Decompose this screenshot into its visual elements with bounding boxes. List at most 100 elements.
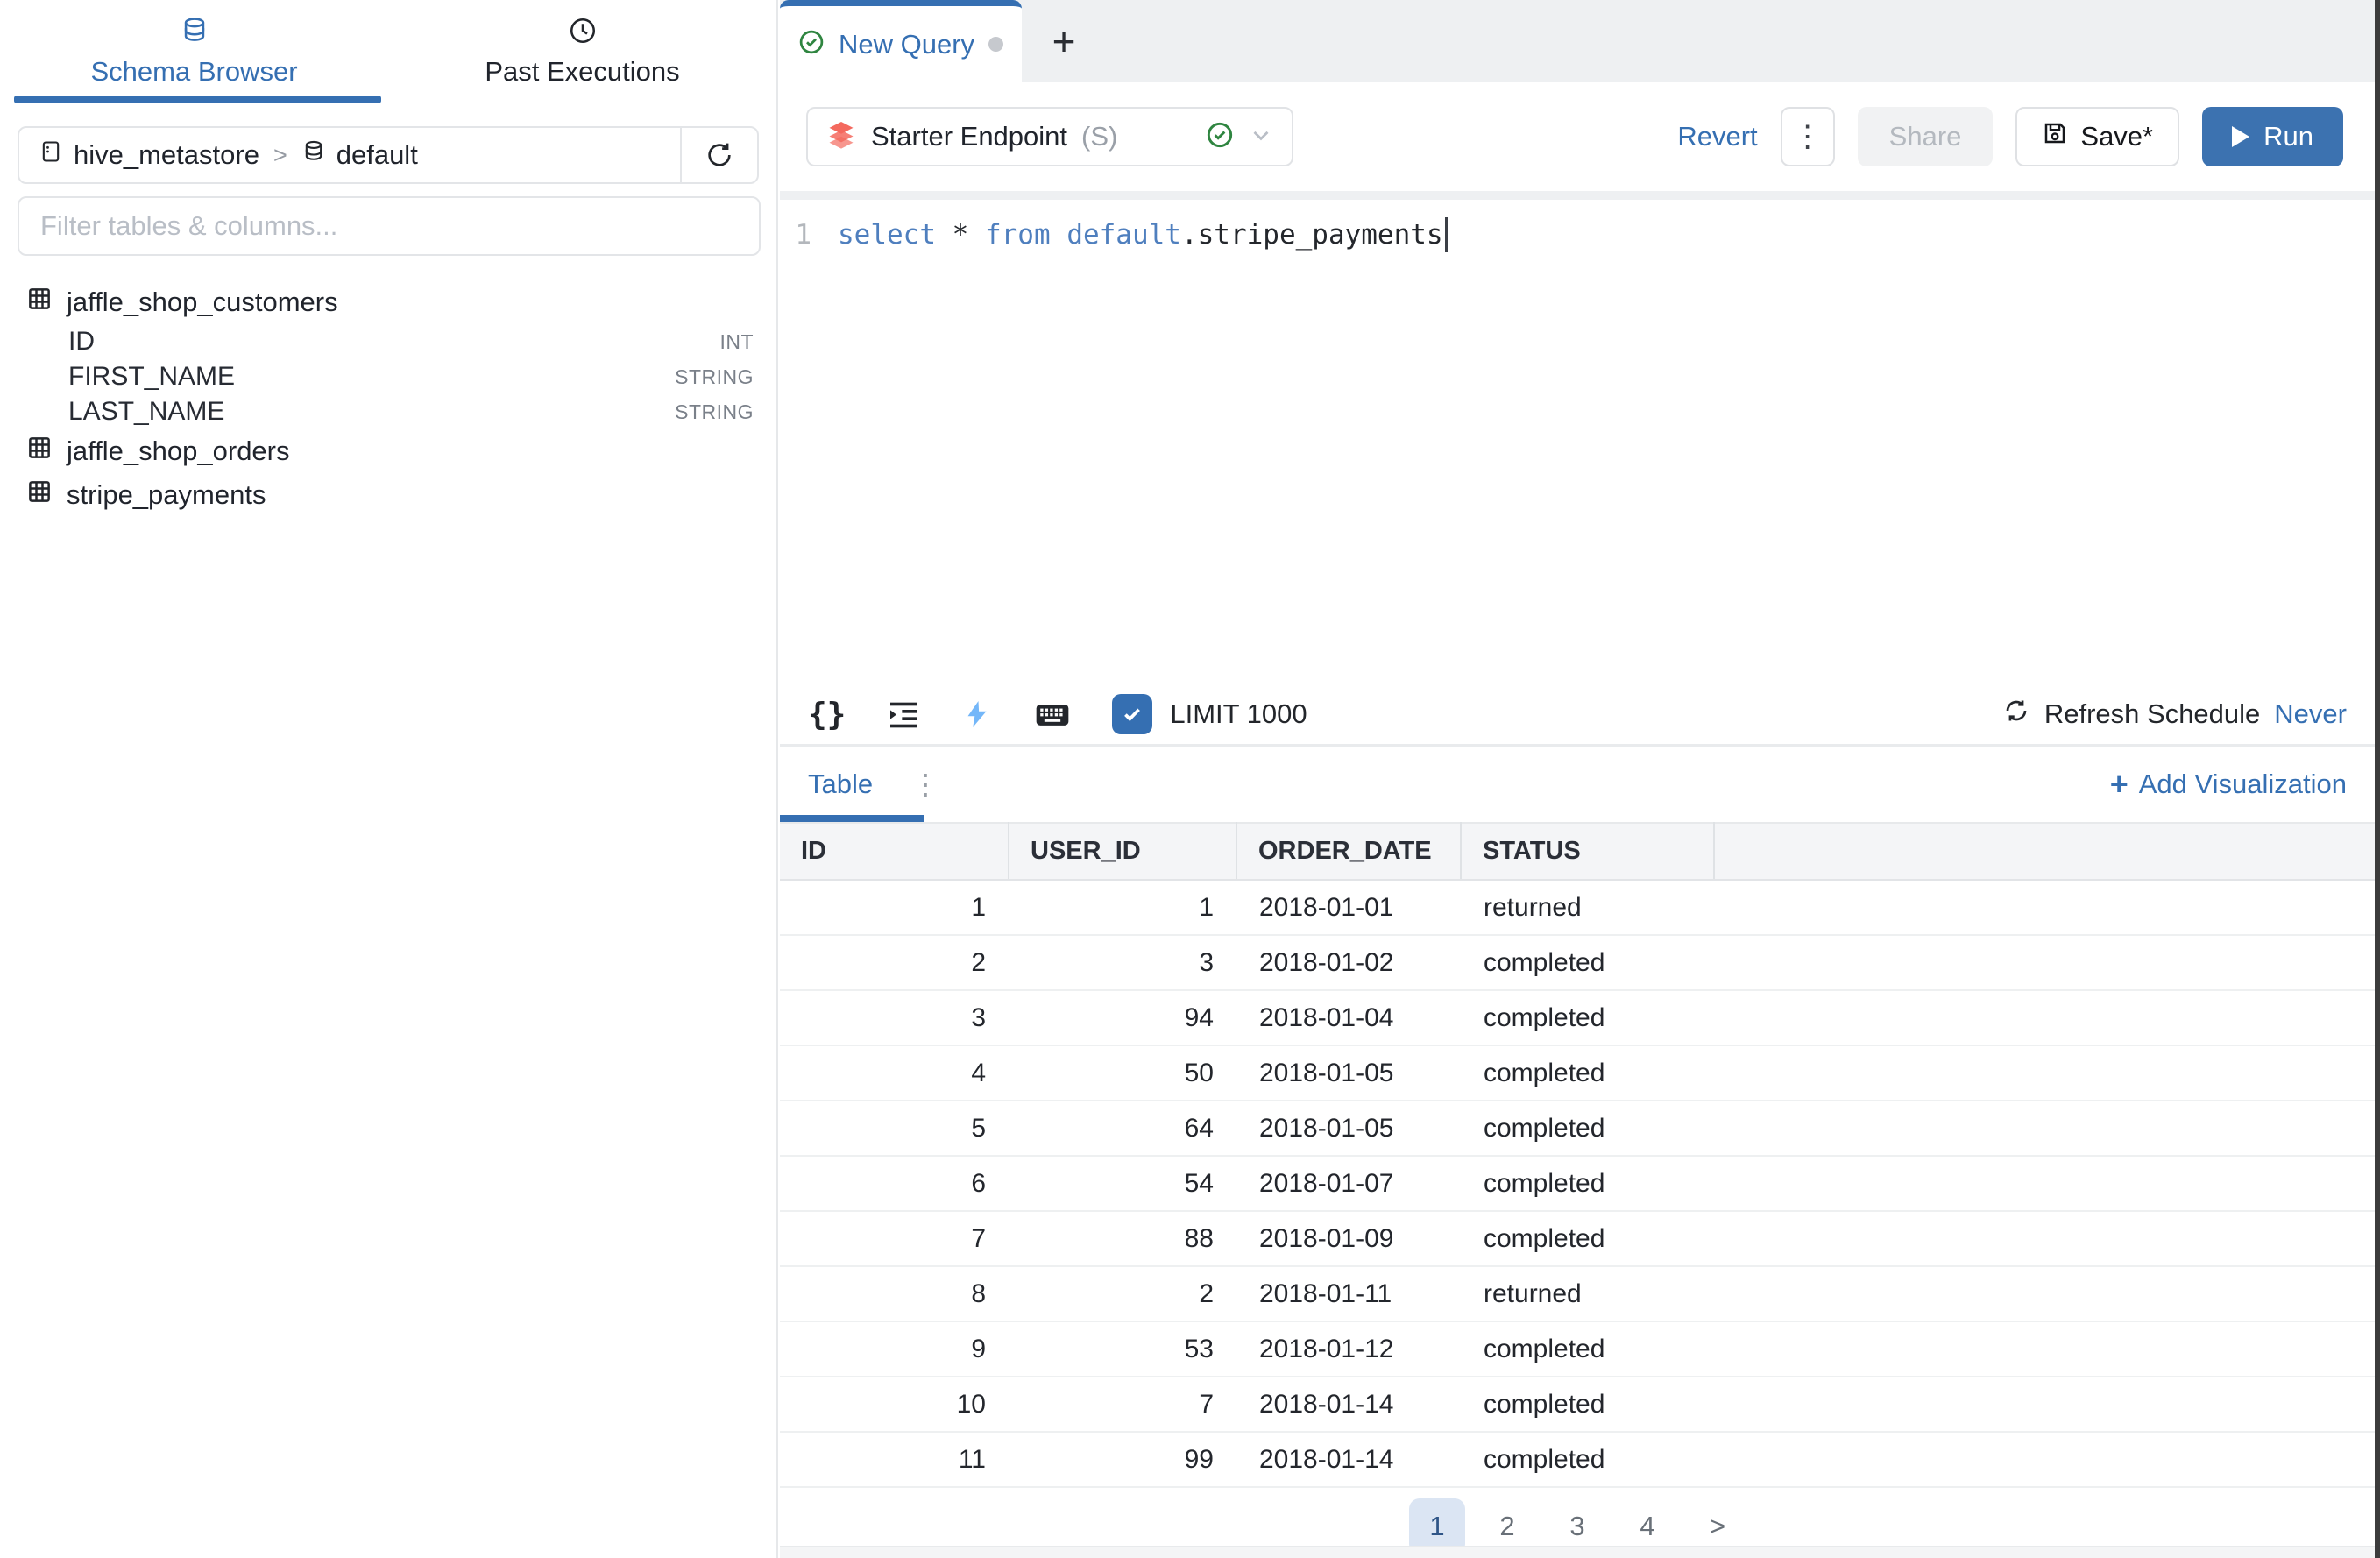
table-row: 4502018-01-05completed	[780, 1045, 2375, 1101]
cell-status: completed	[1461, 990, 1714, 1045]
table-row: 5642018-01-05completed	[780, 1101, 2375, 1156]
tab-schema-browser[interactable]: Schema Browser	[0, 0, 388, 103]
cell-user_id: 99	[1009, 1432, 1236, 1487]
cell-id: 5	[780, 1101, 1009, 1156]
format-braces-icon[interactable]: {}	[808, 697, 846, 733]
sql-code: select * from default.stripe_payments	[838, 219, 1443, 251]
schema-column-item[interactable]: LAST_NAMESTRING	[26, 394, 754, 429]
auto-indent-icon[interactable]	[886, 697, 921, 732]
cell-id: 7	[780, 1211, 1009, 1266]
run-button-label: Run	[2263, 121, 2313, 152]
schema-column-item[interactable]: IDINT	[26, 324, 754, 359]
share-button[interactable]: Share	[1858, 107, 1994, 166]
cell-filler	[1714, 880, 2375, 935]
cell-status: completed	[1461, 1211, 1714, 1266]
cell-order_date: 2018-01-12	[1236, 1321, 1461, 1377]
cell-id: 4	[780, 1045, 1009, 1101]
play-icon	[2232, 126, 2249, 147]
table-row: 112018-01-01returned	[780, 880, 2375, 935]
plus-icon: +	[2110, 766, 2129, 803]
column-name: ID	[68, 327, 95, 357]
schema-table-item[interactable]: stripe_payments	[26, 473, 754, 517]
table-name: jaffle_shop_customers	[67, 287, 338, 318]
breadcrumb-schema[interactable]: default	[301, 139, 418, 171]
schema-table-item[interactable]: jaffle_shop_orders	[26, 429, 754, 473]
cell-order_date: 2018-01-14	[1236, 1377, 1461, 1432]
query-tab-label: New Query	[839, 29, 974, 60]
active-tab-underline	[780, 815, 924, 822]
endpoint-name: Starter Endpoint	[871, 121, 1067, 152]
cell-status: completed	[1461, 1377, 1714, 1432]
cell-id: 8	[780, 1266, 1009, 1321]
cell-id: 2	[780, 935, 1009, 990]
endpoint-status-icon	[1206, 121, 1234, 153]
query-tab-new-query[interactable]: New Query	[780, 0, 1022, 82]
column-header-user_id[interactable]: USER_ID	[1009, 823, 1236, 880]
sql-keyword: select	[838, 219, 936, 251]
column-name: FIRST_NAME	[68, 362, 235, 392]
more-options-button[interactable]: ⋮	[1781, 107, 1835, 166]
breadcrumb-catalog[interactable]: hive_metastore	[39, 139, 259, 171]
limit-checkbox[interactable]	[1112, 694, 1152, 734]
keyboard-shortcuts-icon[interactable]	[1033, 695, 1072, 733]
save-button-label: Save*	[2080, 121, 2153, 152]
table-view-menu-button[interactable]: ⋮	[911, 768, 939, 801]
toolbar-divider	[780, 191, 2375, 200]
tab-past-executions[interactable]: Past Executions	[388, 0, 776, 103]
cell-order_date: 2018-01-02	[1236, 935, 1461, 990]
cell-user_id: 7	[1009, 1377, 1236, 1432]
cell-user_id: 50	[1009, 1045, 1236, 1101]
text-cursor	[1445, 217, 1448, 252]
horizontal-scrollbar-track[interactable]	[780, 1546, 2375, 1558]
table-grid-icon	[26, 435, 53, 468]
add-visualization-button[interactable]: + Add Visualization	[2110, 766, 2347, 803]
run-button[interactable]: Run	[2202, 107, 2343, 166]
cell-user_id: 64	[1009, 1101, 1236, 1156]
cell-user_id: 1	[1009, 880, 1236, 935]
endpoint-select[interactable]: Starter Endpoint (S)	[806, 107, 1293, 166]
column-header-order_date[interactable]: ORDER_DATE	[1236, 823, 1461, 880]
check-circle-icon	[798, 29, 825, 60]
tab-past-executions-label: Past Executions	[485, 56, 679, 88]
table-row: 232018-01-02completed	[780, 935, 2375, 990]
schema-column-item[interactable]: FIRST_NAMESTRING	[26, 359, 754, 394]
revert-button[interactable]: Revert	[1677, 121, 1757, 152]
cell-id: 6	[780, 1156, 1009, 1211]
refresh-schema-button[interactable]	[680, 128, 757, 182]
sql-text: *	[936, 219, 985, 251]
column-header-status[interactable]: STATUS	[1461, 823, 1714, 880]
cell-order_date: 2018-01-01	[1236, 880, 1461, 935]
add-visualization-label: Add Visualization	[2139, 768, 2347, 800]
save-button[interactable]: Save*	[2015, 107, 2179, 166]
cell-status: completed	[1461, 1321, 1714, 1377]
table-row: 9532018-01-12completed	[780, 1321, 2375, 1377]
tab-table-view[interactable]: Table	[808, 768, 873, 800]
cell-filler	[1714, 1101, 2375, 1156]
editor-footer: {}	[780, 684, 2375, 744]
table-name: jaffle_shop_orders	[67, 436, 290, 467]
filter-tables-input[interactable]	[18, 196, 761, 256]
cell-id: 9	[780, 1321, 1009, 1377]
column-header-id[interactable]: ID	[780, 823, 1009, 880]
lightning-icon[interactable]	[961, 698, 993, 730]
table-grid-icon	[26, 478, 53, 512]
code-line-1: 1 select * from default.stripe_payments	[780, 210, 2375, 259]
cell-filler	[1714, 1266, 2375, 1321]
new-query-tab-button[interactable]: +	[1022, 0, 1106, 82]
refresh-schedule-value[interactable]: Never	[2274, 698, 2347, 730]
unsaved-dot-icon	[988, 37, 1003, 52]
cell-filler	[1714, 1321, 2375, 1377]
sql-editor[interactable]: 1 select * from default.stripe_payments	[780, 200, 2375, 684]
cell-user_id: 53	[1009, 1321, 1236, 1377]
limit-label: LIMIT 1000	[1170, 698, 1307, 730]
table-name: stripe_payments	[67, 479, 266, 511]
cell-user_id: 54	[1009, 1156, 1236, 1211]
cell-order_date: 2018-01-09	[1236, 1211, 1461, 1266]
cell-filler	[1714, 935, 2375, 990]
refresh-schedule-icon	[2002, 697, 2030, 732]
database-icon	[180, 16, 209, 46]
breadcrumb-separator: >	[273, 142, 287, 169]
schema-table-item[interactable]: jaffle_shop_customers	[26, 280, 754, 324]
breadcrumb-schema-label: default	[336, 139, 418, 171]
schema-tree: jaffle_shop_customers IDINTFIRST_NAMESTRI…	[0, 280, 776, 517]
